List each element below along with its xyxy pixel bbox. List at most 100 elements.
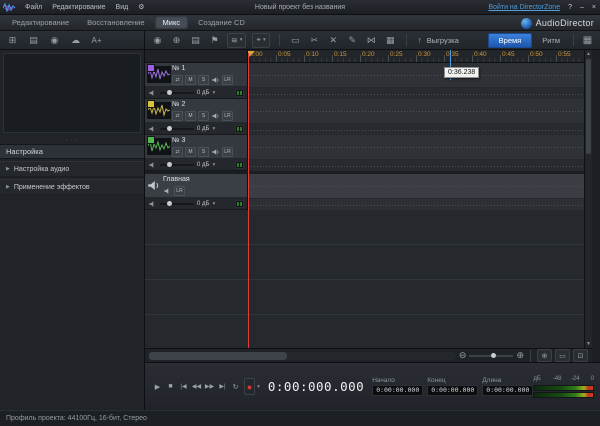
time-mode-button[interactable]: Время bbox=[488, 33, 533, 48]
chevron-down-icon[interactable]: ▾ bbox=[212, 201, 215, 207]
track-header-main[interactable]: № 1 ⇄ M S LR bbox=[145, 63, 247, 87]
scroll-up-icon[interactable]: ▲ bbox=[586, 50, 591, 58]
file-icon[interactable]: ▤ bbox=[189, 33, 202, 47]
split-icon[interactable]: ✂ bbox=[308, 33, 321, 47]
chevron-down-icon[interactable]: ▾ bbox=[212, 126, 215, 132]
tab-cd[interactable]: Создание CD bbox=[190, 16, 253, 29]
zoom-slider-handle[interactable] bbox=[491, 353, 496, 358]
settings-gear-icon[interactable]: ⚙ bbox=[133, 0, 149, 14]
fast-forward-button[interactable]: ▶▶ bbox=[203, 380, 216, 393]
speaker-icon[interactable] bbox=[211, 76, 220, 84]
stop-button[interactable]: ■ bbox=[164, 380, 177, 393]
sidebar-item-apply-effects[interactable]: ▶ Применение эффектов bbox=[0, 179, 144, 195]
track-clip-area[interactable] bbox=[248, 135, 584, 160]
tab-edit[interactable]: Редактирование bbox=[4, 16, 77, 29]
track-clip-area[interactable] bbox=[248, 63, 584, 88]
speaker-icon[interactable] bbox=[148, 161, 157, 169]
rhythm-mode-button[interactable]: Ритм bbox=[536, 36, 566, 45]
playhead-marker[interactable] bbox=[248, 51, 255, 58]
timeline-ruler[interactable]: 0:00 0:05 0:10 0:15 0:20 0:25 0:30 0:35 … bbox=[248, 50, 584, 63]
speaker-icon[interactable] bbox=[211, 112, 220, 120]
channel-button[interactable]: LR bbox=[222, 111, 233, 121]
minimize-button[interactable]: – bbox=[580, 4, 584, 11]
panel-layout-icon[interactable]: ▦ bbox=[581, 33, 594, 47]
cloud-download-icon[interactable]: ☁ bbox=[69, 33, 82, 47]
mute-button[interactable]: M bbox=[185, 147, 196, 157]
tool-dropdown[interactable]: ⌖ ▾ bbox=[252, 33, 269, 48]
tab-mix[interactable]: Микс bbox=[155, 16, 189, 29]
vertical-scrollbar[interactable]: ▲ ▼ bbox=[584, 50, 592, 348]
range-select-icon[interactable]: ▭ bbox=[289, 33, 302, 47]
stretch-button[interactable]: ⇄ bbox=[172, 147, 183, 157]
track-clip-area[interactable] bbox=[248, 174, 584, 199]
directorzone-signin-link[interactable]: Войти на DirectorZone bbox=[488, 4, 560, 11]
zoom-out-icon[interactable]: ⊖ bbox=[459, 350, 467, 361]
fit-view-button[interactable]: ⊡ bbox=[573, 349, 588, 362]
go-to-start-button[interactable]: |◀ bbox=[177, 380, 190, 393]
length-value[interactable]: 0:00:00.000 bbox=[482, 385, 533, 396]
end-value[interactable]: 0:00:00.000 bbox=[427, 385, 478, 396]
panel-splitter[interactable]: ··· bbox=[0, 136, 144, 144]
chevron-down-icon[interactable]: ▾ bbox=[212, 90, 215, 96]
track-lane[interactable] bbox=[248, 135, 584, 173]
record-options-icon[interactable]: ▾ bbox=[257, 384, 260, 390]
volume-slider[interactable] bbox=[160, 92, 194, 94]
track-lane[interactable] bbox=[248, 63, 584, 101]
zoom-window-button[interactable]: ▭ bbox=[555, 349, 570, 362]
media-library[interactable] bbox=[3, 53, 141, 133]
scrollbar-thumb[interactable] bbox=[149, 352, 287, 360]
text-size-icon[interactable]: A+ bbox=[90, 33, 103, 47]
crossfade-icon[interactable]: ⋈ bbox=[365, 33, 378, 47]
speaker-icon[interactable] bbox=[148, 200, 157, 208]
volume-slider-handle[interactable] bbox=[167, 90, 172, 95]
track-header-main[interactable]: № 2 ⇄ M S LR bbox=[145, 99, 247, 123]
loop-button[interactable]: ↻ bbox=[229, 380, 242, 393]
tab-restore[interactable]: Восстановление bbox=[79, 16, 152, 29]
solo-button[interactable]: S bbox=[198, 75, 209, 85]
chevron-down-icon[interactable]: ▾ bbox=[212, 162, 215, 168]
record-button[interactable]: ● bbox=[244, 378, 255, 395]
menu-view[interactable]: Вид bbox=[111, 0, 134, 14]
speaker-icon[interactable] bbox=[163, 187, 172, 195]
help-button[interactable]: ? bbox=[568, 4, 572, 11]
marker-icon[interactable]: ⚑ bbox=[208, 33, 221, 47]
snap-dropdown[interactable]: ≋ ▾ bbox=[227, 33, 246, 48]
stretch-button[interactable]: ⇄ bbox=[172, 111, 183, 121]
playhead-line[interactable] bbox=[248, 53, 249, 348]
play-button[interactable]: ▶ bbox=[151, 380, 164, 393]
menu-edit[interactable]: Редактирование bbox=[47, 0, 110, 14]
volume-slider-handle[interactable] bbox=[167, 162, 172, 167]
track-lane[interactable] bbox=[248, 99, 584, 137]
volume-slider-handle[interactable] bbox=[167, 126, 172, 131]
start-value[interactable]: 0:00:00.000 bbox=[372, 385, 423, 396]
volume-slider[interactable] bbox=[160, 203, 194, 205]
go-to-end-button[interactable]: ▶| bbox=[216, 380, 229, 393]
volume-slider[interactable] bbox=[160, 128, 194, 130]
solo-button[interactable]: S bbox=[198, 111, 209, 121]
speaker-icon[interactable] bbox=[211, 148, 220, 156]
volume-slider[interactable] bbox=[160, 164, 194, 166]
empty-track-area[interactable] bbox=[145, 210, 584, 348]
zoom-tool-button[interactable]: ⊕ bbox=[537, 349, 552, 362]
import-media-icon[interactable]: ⊞ bbox=[6, 33, 19, 47]
mixer-icon[interactable]: ▦ bbox=[384, 33, 397, 47]
sidebar-item-audio-settings[interactable]: ▶ Настройка аудио bbox=[0, 161, 144, 177]
zoom-slider[interactable] bbox=[469, 355, 513, 357]
rewind-button[interactable]: ◀◀ bbox=[190, 380, 203, 393]
track-header-main[interactable]: № 3 ⇄ M S LR bbox=[145, 135, 247, 159]
master-track-lane[interactable] bbox=[248, 174, 584, 212]
mic-record-icon[interactable]: ◉ bbox=[151, 33, 164, 47]
close-button[interactable]: × bbox=[592, 4, 596, 11]
channel-button[interactable]: LR bbox=[174, 186, 185, 196]
add-to-timeline-icon[interactable]: ⊕ bbox=[170, 33, 183, 47]
zoom-in-icon[interactable]: ⊕ bbox=[516, 350, 524, 361]
mute-button[interactable]: M bbox=[185, 75, 196, 85]
menu-file[interactable]: Файл bbox=[20, 0, 47, 14]
delete-icon[interactable]: ✕ bbox=[327, 33, 340, 47]
horizontal-scrollbar[interactable] bbox=[149, 352, 456, 360]
speaker-icon[interactable] bbox=[148, 89, 157, 97]
pencil-icon[interactable]: ✎ bbox=[346, 33, 359, 47]
volume-slider-handle[interactable] bbox=[167, 201, 172, 206]
scroll-down-icon[interactable]: ▼ bbox=[586, 340, 591, 348]
speaker-icon[interactable] bbox=[148, 125, 157, 133]
